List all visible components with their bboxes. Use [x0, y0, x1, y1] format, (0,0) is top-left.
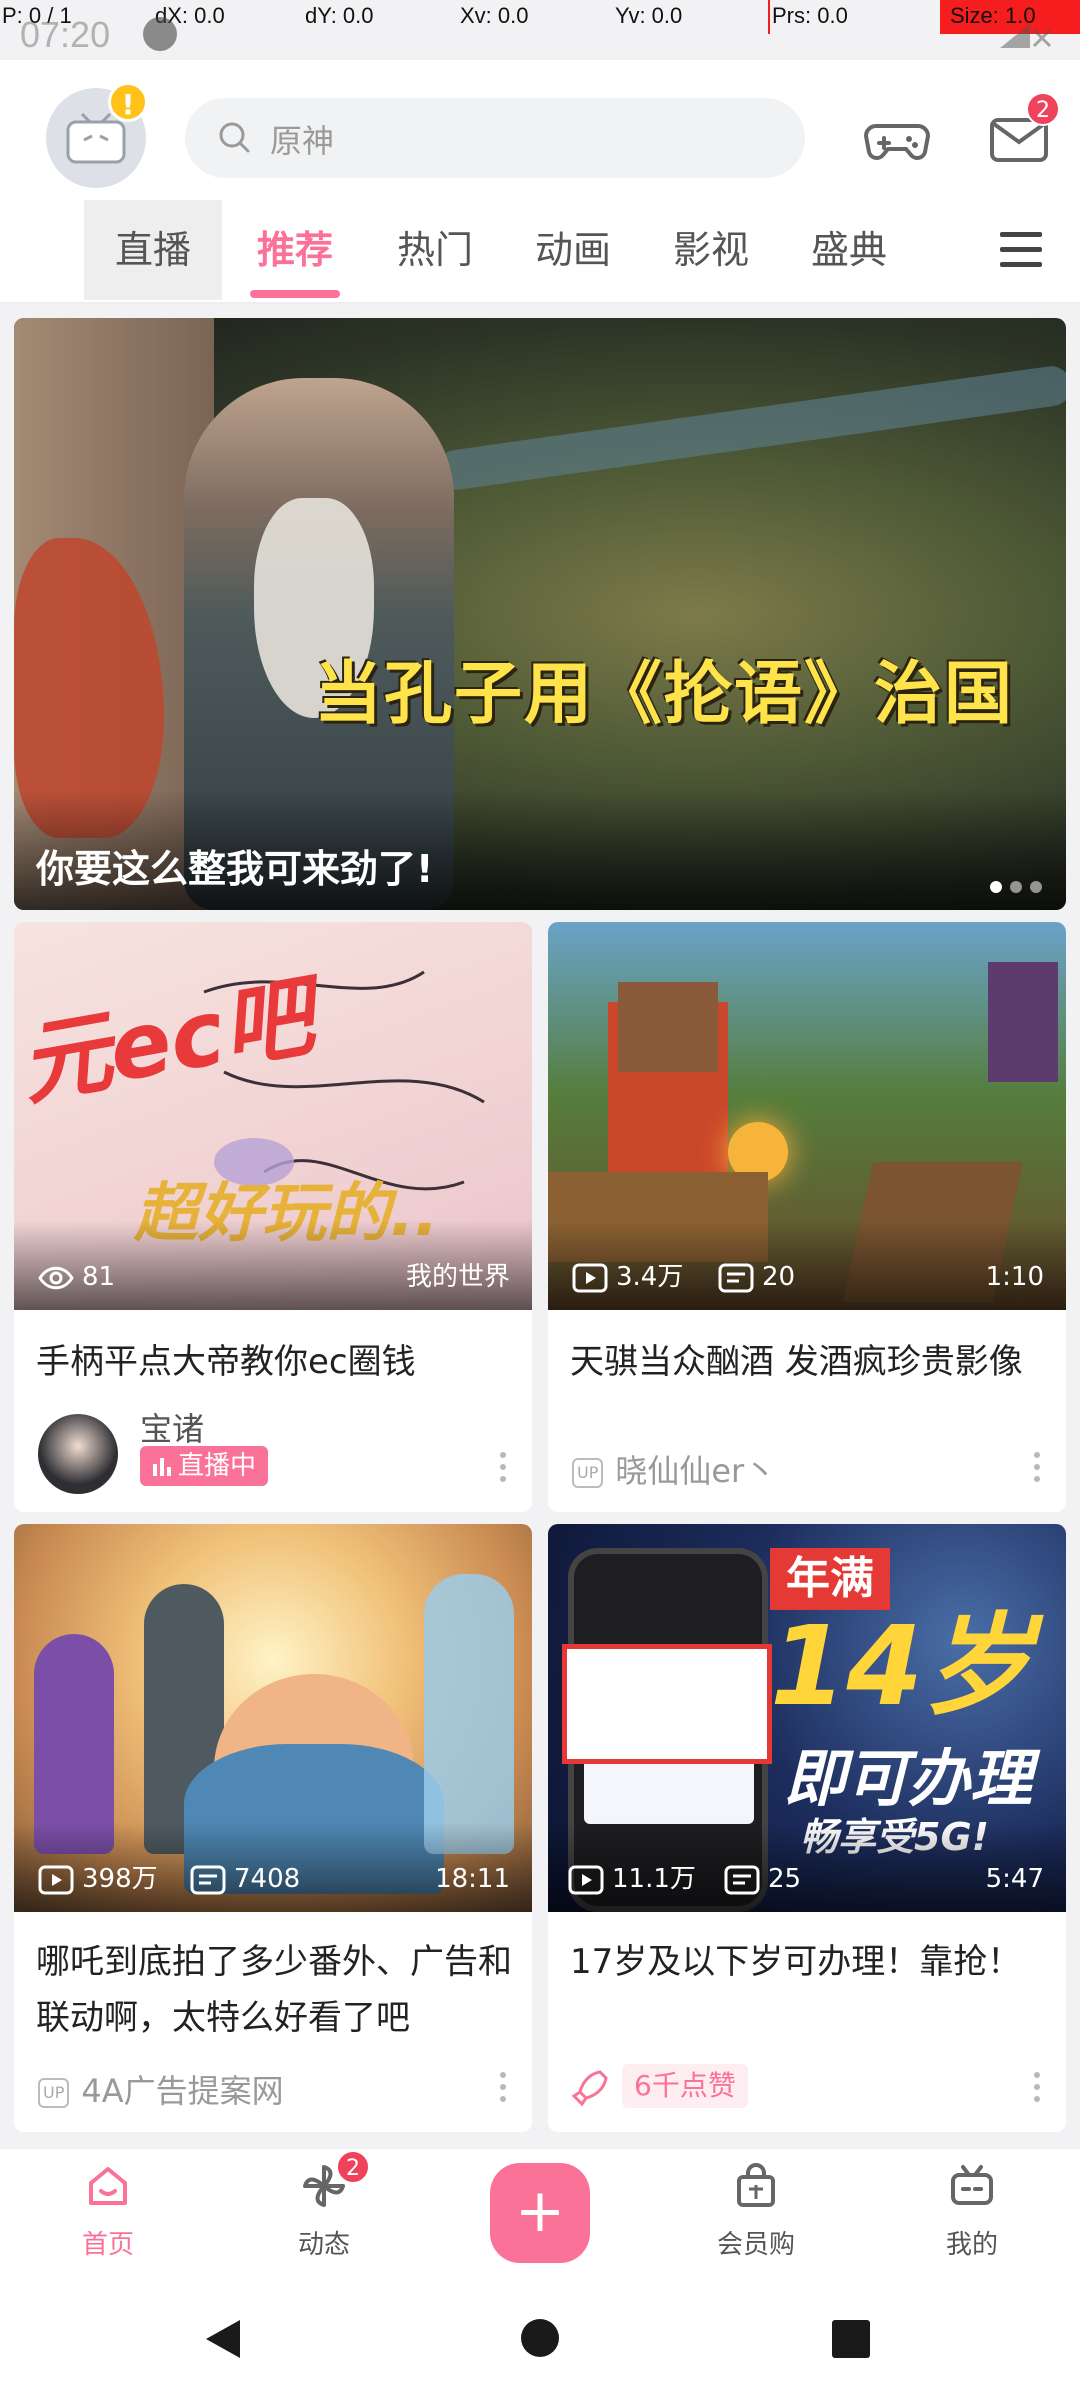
app-status-icon [143, 17, 177, 51]
video-thumbnail: 398万 7408 18:11 [14, 1524, 532, 1912]
ad-text-line2: 14岁 [770, 1602, 1034, 1730]
nav-home[interactable]: 首页 [38, 2161, 178, 2261]
tab-festival[interactable]: 盛典 [780, 200, 918, 300]
shopping-bag-icon [737, 2163, 775, 2207]
banner-carousel[interactable]: 当孔子用《抡语》治国 你要这么整我可来劲了! [14, 318, 1066, 910]
mail-badge: 2 [1026, 92, 1060, 126]
back-icon[interactable] [200, 2316, 246, 2362]
play-count-icon [38, 1865, 74, 1894]
banner-map-river [434, 363, 1066, 493]
nav-home-label: 首页 [81, 2230, 134, 2260]
view-count: 81 [38, 1260, 115, 1294]
video-title: 天骐当众酗酒 发酒疯珍贵影像 [570, 1342, 1023, 1382]
comment-count: 20 [718, 1260, 795, 1294]
game-tag: 我的世界 [405, 1262, 510, 1292]
eye-icon [38, 1266, 74, 1289]
play-count-icon [572, 1263, 608, 1292]
signal-icon [1000, 24, 1052, 48]
video-card[interactable]: 398万 7408 18:11 哪吒到底拍了多少番外、广告和联动啊，太特么好看了… [14, 1524, 532, 2132]
system-navigation-bar [0, 2274, 1080, 2400]
nav-shop[interactable]: 会员购 [686, 2161, 826, 2261]
uploader-name: 晓仙仙er丶 [615, 1452, 777, 1490]
view-count: 398万 [38, 1862, 158, 1896]
up-tag: UP [572, 1458, 604, 1488]
thumbnail-highlight-box [562, 1644, 772, 1764]
home-icon [89, 2167, 127, 2205]
upload-plus-button[interactable]: + [490, 2163, 590, 2263]
tab-live[interactable]: 直播 [84, 200, 222, 300]
uploader-name: 宝诸 [140, 1410, 205, 1448]
view-count: 11.1万 [568, 1862, 696, 1896]
live-status-badge: 直播中 [140, 1446, 269, 1486]
video-thumbnail: 年满 14岁 即可办理 畅享受5G! 11.1万 25 5:47 [548, 1524, 1066, 1912]
status-bar: 07:20 [0, 0, 1080, 60]
ad-text-line1: 年满 [770, 1548, 890, 1610]
bottom-navigation: 首页 动态 + 会员购 我的 [0, 2148, 1080, 2274]
nav-shop-label: 会员购 [716, 2230, 795, 2260]
video-duration: 5:47 [985, 1864, 1044, 1894]
game-center-icon[interactable] [862, 104, 932, 174]
video-card[interactable]: 3.4万 20 1:10 天骐当众酗酒 发酒疯珍贵影像 UP 晓仙仙er丶 [548, 922, 1066, 1512]
comment-icon [724, 1865, 760, 1894]
home-circle-icon[interactable] [518, 2316, 562, 2360]
more-options-icon[interactable] [498, 1452, 508, 1488]
view-count: 3.4万 [572, 1260, 683, 1294]
tabs-menu-icon[interactable] [1000, 230, 1042, 270]
tv-icon [951, 2165, 993, 2205]
play-count-icon [568, 1865, 604, 1894]
banner-caption: 你要这么整我可来劲了! [36, 847, 434, 891]
recents-icon[interactable] [830, 2318, 872, 2360]
carousel-dots [982, 878, 1042, 897]
video-title: 哪吒到底拍了多少番外、广告和联动啊，太特么好看了吧 [36, 1942, 512, 2038]
avatar-alert-badge: ! [108, 82, 148, 122]
uploader-line[interactable]: UP 4A广告提案网 [38, 2066, 284, 2112]
video-title: 17岁及以下岁可办理！靠抢！ [570, 1942, 1022, 1982]
uploader-avatar[interactable] [38, 1414, 118, 1494]
uploader-line[interactable]: UP 晓仙仙er丶 [572, 1446, 776, 1492]
nav-mine[interactable]: 我的 [902, 2161, 1042, 2261]
video-duration: 1:10 [985, 1262, 1044, 1292]
live-bars-icon [153, 1458, 171, 1476]
tab-recommend[interactable]: 推荐 [226, 200, 364, 300]
status-time: 07:20 [20, 14, 111, 55]
likes-badge: 6千点赞 [622, 2064, 748, 2108]
tab-film[interactable]: 影视 [642, 200, 780, 300]
search-icon [219, 122, 250, 153]
top-header: ! 原神 2 [0, 60, 1080, 200]
video-thumbnail: 3.4万 20 1:10 [548, 922, 1066, 1310]
search-placeholder: 原神 [270, 122, 335, 160]
comment-count: 25 [724, 1862, 801, 1896]
comment-icon [190, 1865, 226, 1894]
comment-count: 7408 [190, 1862, 300, 1896]
nav-dynamic-label: 动态 [297, 2230, 350, 2260]
video-card-ad[interactable]: 年满 14岁 即可办理 畅享受5G! 11.1万 25 5:47 17岁及以下岁… [548, 1524, 1066, 2132]
up-tag: UP [38, 2078, 70, 2108]
more-options-icon[interactable] [1032, 2072, 1042, 2108]
ad-text-line3: 即可办理 [784, 1742, 1033, 1815]
video-card[interactable]: 元ec吧 超好玩的.. 81 我的世界 手柄平点大帝教你ec圈钱 宝诸 直播中 [14, 922, 532, 1512]
nav-mine-label: 我的 [945, 2230, 998, 2260]
active-tab-indicator [250, 290, 340, 298]
search-bar[interactable]: 原神 [185, 98, 805, 178]
video-title: 手柄平点大帝教你ec圈钱 [36, 1342, 416, 1382]
thumbnail-character [34, 1634, 114, 1854]
more-options-icon[interactable] [498, 2072, 508, 2108]
tab-anime[interactable]: 动画 [504, 200, 642, 300]
nav-dynamic[interactable]: 动态 [254, 2161, 394, 2261]
banner-title-overlay: 当孔子用《抡语》治国 [314, 655, 1015, 734]
video-thumbnail: 元ec吧 超好玩的.. 81 我的世界 [14, 922, 532, 1310]
rocket-icon [571, 2070, 608, 2107]
comment-icon [718, 1263, 754, 1292]
more-options-icon[interactable] [1032, 1452, 1042, 1488]
uploader-name: 4A广告提案网 [81, 2072, 284, 2110]
video-duration: 18:11 [435, 1864, 510, 1894]
dynamic-badge: 2 [336, 2150, 370, 2184]
tab-hot[interactable]: 热门 [366, 200, 504, 300]
category-tabs: 直播 推荐 热门 动画 影视 盛典 [0, 200, 1080, 304]
